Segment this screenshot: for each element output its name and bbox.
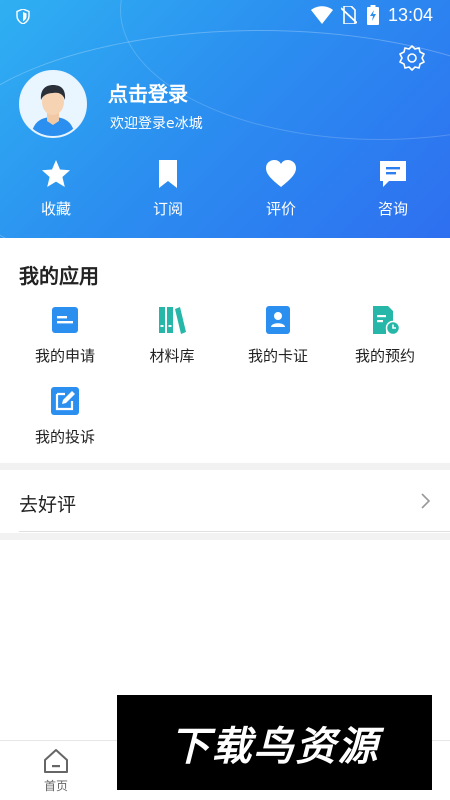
rate-us-label: 去好评: [19, 494, 77, 516]
quick-action-label: 收藏: [40, 200, 71, 218]
section-divider: [0, 463, 450, 470]
app-label: 材料库: [149, 347, 195, 365]
app-my-complaints[interactable]: 我的投诉: [20, 386, 110, 447]
my-apps-title: 我的应用: [19, 264, 99, 288]
watermark-banner: 下载鸟资源: [117, 695, 432, 790]
gear-icon[interactable]: [399, 45, 425, 71]
user-avatar-icon: [21, 72, 85, 136]
app-my-cards[interactable]: 我的卡证: [233, 305, 323, 366]
quick-action-label: 订阅: [152, 200, 183, 218]
chat-icon: [380, 161, 406, 187]
application-form-icon: [52, 307, 78, 333]
star-icon: [42, 160, 70, 187]
profile-header: 13:04 点击登录 欢迎登录e冰城 收藏 订阅 评价 咨询: [0, 0, 450, 238]
app-my-applications[interactable]: 我的申请: [20, 305, 110, 366]
watermark-text: 下载鸟资源: [169, 723, 380, 770]
appointment-icon: [373, 306, 400, 335]
login-subtitle: 欢迎登录e冰城: [110, 116, 203, 132]
quick-action-favorites[interactable]: 收藏: [21, 158, 91, 224]
no-sim-icon: [341, 6, 357, 24]
quick-action-subscriptions[interactable]: 订阅: [133, 158, 203, 224]
quick-action-consult[interactable]: 咨询: [358, 158, 428, 224]
tab-label: 首页: [43, 779, 68, 793]
quick-action-reviews[interactable]: 评价: [246, 158, 316, 224]
login-title[interactable]: 点击登录: [108, 78, 188, 107]
complaint-edit-icon: [51, 387, 79, 415]
app-label: 我的预约: [354, 347, 415, 365]
id-card-icon: [266, 306, 290, 334]
app-my-appointments[interactable]: 我的预约: [340, 305, 430, 366]
app-label: 我的投诉: [34, 428, 95, 446]
books-icon: [159, 307, 186, 334]
status-bar: 13:04: [0, 0, 450, 32]
wifi-icon: [311, 6, 333, 24]
app-label: 我的卡证: [247, 347, 308, 365]
tab-home[interactable]: 首页: [11, 741, 101, 800]
home-icon: [44, 749, 68, 773]
rate-us-row[interactable]: 去好评: [0, 470, 450, 532]
battery-charging-icon: [367, 5, 379, 25]
avatar[interactable]: [19, 70, 87, 138]
bookmark-icon: [159, 160, 177, 188]
app-label: 我的申请: [34, 347, 95, 365]
app-materials-library[interactable]: 材料库: [127, 305, 217, 366]
quick-action-label: 评价: [265, 200, 296, 218]
row-divider: [19, 531, 450, 532]
heart-icon: [266, 160, 296, 187]
chevron-right-icon: [421, 493, 431, 509]
quick-action-label: 咨询: [377, 200, 408, 218]
status-time: 13:04: [388, 5, 434, 25]
shield-icon: [16, 9, 30, 24]
section-divider: [0, 533, 450, 540]
